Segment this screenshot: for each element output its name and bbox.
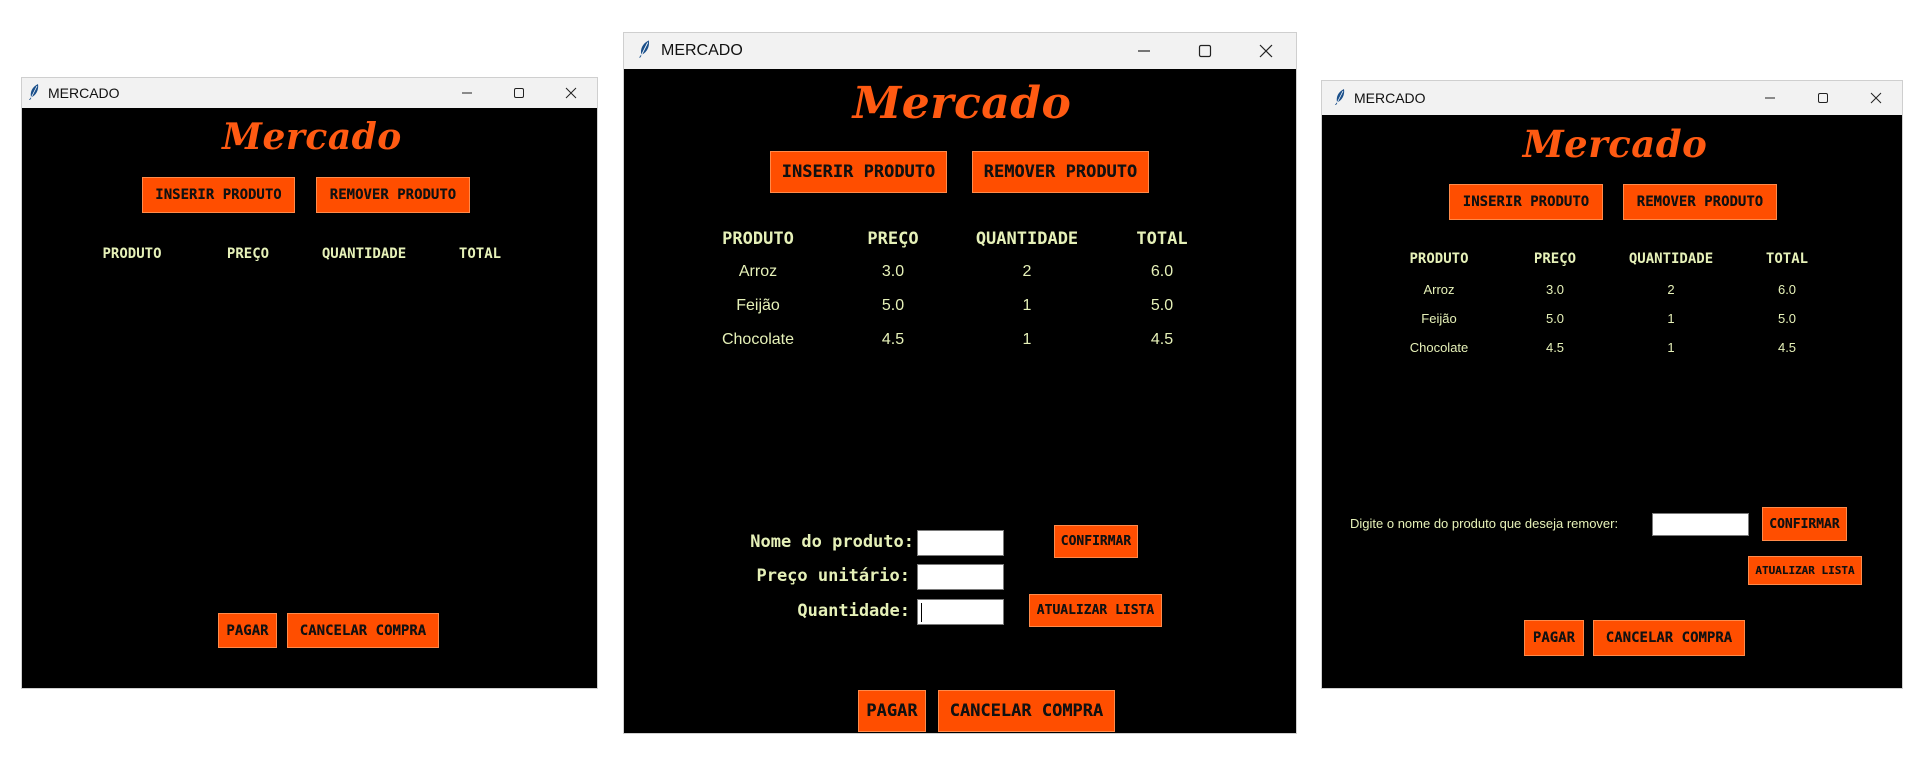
close-icon[interactable]	[545, 78, 597, 108]
column-header-total: TOTAL	[1136, 229, 1188, 249]
remove-product-button[interactable]: REMOVER PRODUTO	[972, 151, 1149, 193]
cell-quantity: 1	[1667, 340, 1675, 355]
cell-quantity: 1	[1667, 311, 1675, 326]
minimize-icon[interactable]	[1113, 33, 1174, 69]
cell-price: 5.0	[1545, 311, 1565, 326]
insert-product-button[interactable]: INSERIR PRODUTO	[770, 151, 947, 193]
unit-price-input[interactable]	[917, 564, 1004, 590]
app-logo: Mercado	[1522, 122, 1708, 166]
column-header-price: PREÇO	[1533, 251, 1577, 267]
column-header-product: PRODUTO	[1409, 251, 1469, 267]
cell-price: 5.0	[881, 297, 905, 314]
minimize-icon[interactable]	[441, 78, 493, 108]
cell-total: 4.5	[1777, 340, 1797, 355]
cell-product: Feijão	[736, 297, 780, 314]
cell-total: 5.0	[1777, 311, 1797, 326]
update-list-button[interactable]: ATUALIZAR LISTA	[1029, 594, 1162, 627]
cancel-purchase-button[interactable]: CANCELAR COMPRA	[938, 690, 1115, 732]
product-name-label: Nome do produto:	[750, 532, 914, 552]
title-bar[interactable]: MERCADO	[624, 33, 1296, 69]
cell-product: Chocolate	[1409, 340, 1469, 355]
remove-product-input[interactable]	[1652, 513, 1749, 536]
window-title: MERCADO	[48, 85, 120, 101]
cell-quantity: 1	[1022, 331, 1032, 348]
column-header-total: TOTAL	[1765, 251, 1809, 267]
cell-total: 6.0	[1150, 263, 1174, 280]
cell-total: 4.5	[1150, 331, 1174, 348]
cell-price: 3.0	[1545, 282, 1565, 297]
quantity-input[interactable]	[917, 599, 1004, 625]
maximize-icon[interactable]	[493, 78, 545, 108]
maximize-icon[interactable]	[1796, 81, 1849, 115]
column-header-quantity: QUANTIDADE	[1628, 251, 1714, 267]
cancel-purchase-button[interactable]: CANCELAR COMPRA	[1593, 620, 1745, 656]
insert-product-button[interactable]: INSERIR PRODUTO	[142, 177, 295, 213]
cell-total: 6.0	[1777, 282, 1797, 297]
title-bar[interactable]: MERCADO	[1322, 81, 1902, 115]
column-header-product: PRODUTO	[722, 229, 794, 249]
cell-price: 4.5	[881, 331, 905, 348]
mercado-window-2: MERCADO Mercado INSERIR PRODUTO REMOVER …	[624, 33, 1296, 733]
confirm-button[interactable]: CONFIRMAR	[1762, 507, 1847, 541]
remove-product-button[interactable]: REMOVER PRODUTO	[1623, 184, 1777, 220]
close-icon[interactable]	[1849, 81, 1902, 115]
cell-price: 3.0	[881, 263, 905, 280]
mercado-window-3: MERCADO Mercado INSERIR PRODUTO REMOVER …	[1322, 81, 1902, 688]
app-logo: Mercado	[852, 78, 1072, 129]
column-header-price: PREÇO	[867, 229, 919, 249]
cancel-purchase-button[interactable]: CANCELAR COMPRA	[287, 613, 439, 648]
remove-product-button[interactable]: REMOVER PRODUTO	[316, 177, 470, 213]
quantity-label: Quantidade:	[797, 601, 910, 621]
mercado-window-1: MERCADO Mercado INSERIR PRODUTO REMOVER …	[22, 78, 597, 688]
column-header-price: PREÇO	[226, 246, 270, 262]
feather-app-icon	[28, 83, 40, 103]
feather-app-icon	[1334, 88, 1346, 108]
cell-product: Arroz	[1423, 282, 1455, 297]
column-header-quantity: QUANTIDADE	[975, 229, 1079, 249]
cell-quantity: 1	[1022, 297, 1032, 314]
close-icon[interactable]	[1235, 33, 1296, 69]
maximize-icon[interactable]	[1174, 33, 1235, 69]
column-header-product: PRODUTO	[102, 246, 162, 262]
cell-quantity: 2	[1667, 282, 1675, 297]
column-header-quantity: QUANTIDADE	[321, 246, 407, 262]
cell-product: Chocolate	[721, 331, 795, 348]
cell-product: Arroz	[738, 263, 778, 280]
window-content: Mercado INSERIR PRODUTO REMOVER PRODUTO …	[1322, 115, 1902, 688]
unit-price-label: Preço unitário:	[756, 566, 910, 586]
cell-total: 5.0	[1150, 297, 1174, 314]
minimize-icon[interactable]	[1743, 81, 1796, 115]
pay-button[interactable]: PAGAR	[218, 613, 277, 648]
cell-price: 4.5	[1545, 340, 1565, 355]
window-content: Mercado INSERIR PRODUTO REMOVER PRODUTO …	[22, 108, 597, 688]
feather-app-icon	[638, 39, 651, 63]
window-content: Mercado INSERIR PRODUTO REMOVER PRODUTO …	[624, 69, 1296, 733]
insert-product-button[interactable]: INSERIR PRODUTO	[1449, 184, 1603, 220]
confirm-button[interactable]: CONFIRMAR	[1054, 525, 1138, 558]
column-header-total: TOTAL	[458, 246, 502, 262]
window-title: MERCADO	[1354, 90, 1426, 106]
text-caret	[921, 603, 922, 622]
title-bar[interactable]: MERCADO	[22, 78, 597, 108]
update-list-button[interactable]: ATUALIZAR LISTA	[1748, 556, 1862, 585]
pay-button[interactable]: PAGAR	[858, 690, 926, 732]
remove-prompt-label: Digite o nome do produto que deseja remo…	[1350, 516, 1619, 531]
app-logo: Mercado	[222, 116, 402, 158]
cell-product: Feijão	[1421, 311, 1457, 326]
cell-quantity: 2	[1022, 263, 1032, 280]
pay-button[interactable]: PAGAR	[1524, 620, 1584, 656]
product-name-input[interactable]	[917, 530, 1004, 556]
window-title: MERCADO	[661, 42, 743, 59]
